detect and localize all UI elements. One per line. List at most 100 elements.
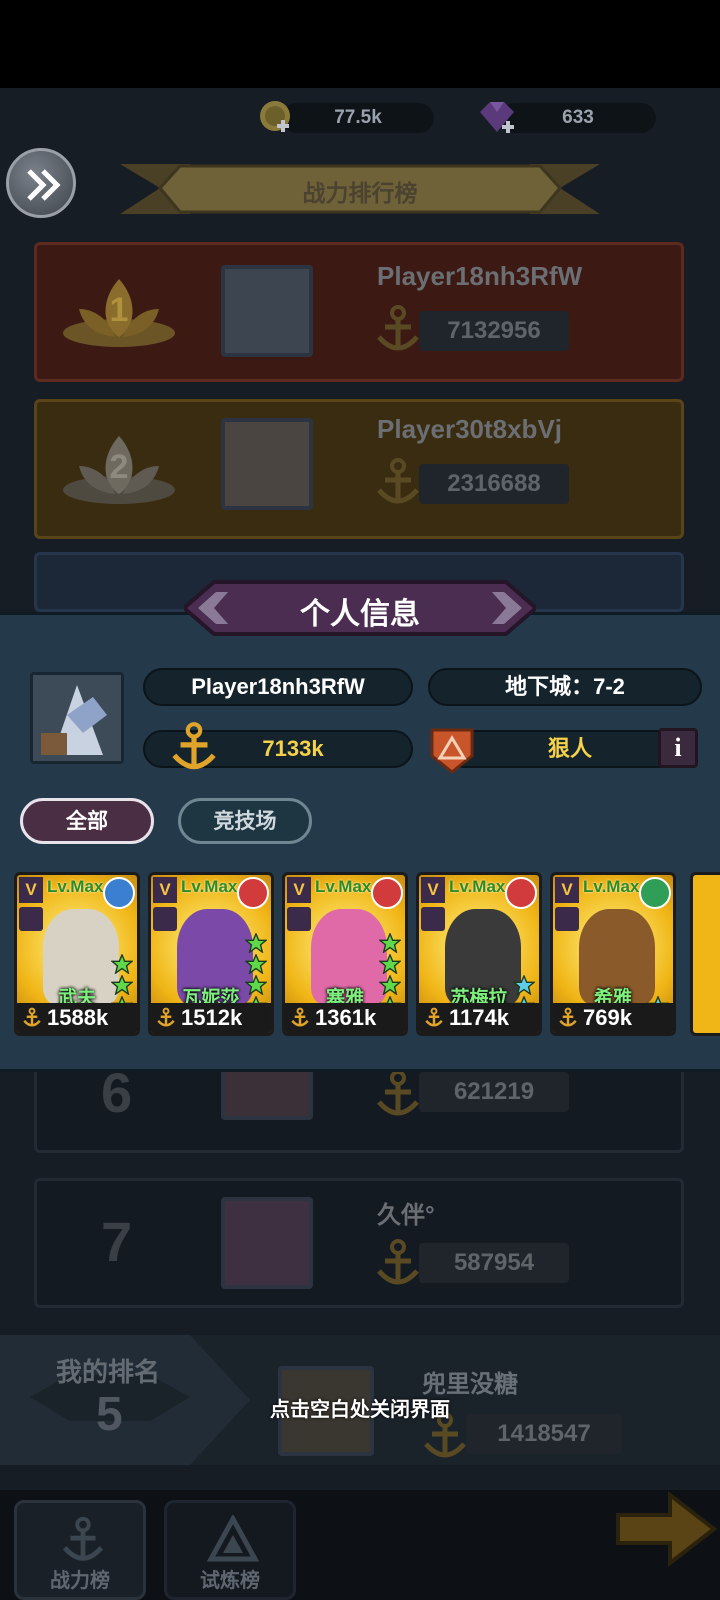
rank-number: 7 — [101, 1210, 133, 1273]
triangle-emblem-icon — [207, 1515, 259, 1562]
anchor-icon — [155, 1007, 177, 1029]
wind-element-icon — [639, 877, 671, 909]
profile-avatar — [30, 672, 124, 764]
rank-v-badge: V — [19, 877, 43, 903]
gold-value: 77.5k — [334, 107, 382, 128]
profile-player-name: Player18nh3RfW — [191, 674, 365, 699]
tab-all[interactable]: 全部 — [20, 798, 154, 844]
hero-level: Lv.Max — [47, 877, 104, 896]
player-name: Player18nh3RfW — [377, 261, 583, 291]
power-value: 2316688 — [447, 470, 541, 497]
svg-text:2: 2 — [110, 448, 129, 486]
hero-card[interactable]: V Lv.Max 苏梅拉 1174k — [416, 872, 542, 1036]
anchor-icon — [423, 1007, 445, 1029]
weapon-type-icon — [421, 907, 445, 931]
info-button[interactable]: i — [658, 728, 698, 768]
rank-row-2[interactable]: 2 Player30t8xbVj 2316688 — [34, 399, 684, 539]
game-screen: 77.5k 633 战力排行榜 1 Player18nh3RfW 7132956… — [0, 0, 720, 1600]
player-avatar — [221, 418, 313, 510]
hero-power: 1361k — [315, 1005, 377, 1030]
power-value: 621219 — [453, 1078, 535, 1105]
tab-arena[interactable]: 竞技场 — [178, 798, 312, 844]
player-name: 久伴° — [377, 1202, 435, 1229]
star-icon — [245, 933, 267, 953]
purple-gem-icon — [480, 102, 514, 133]
rank-v-badge: V — [555, 877, 579, 903]
silver-lotus-rank-icon: 2 — [63, 436, 175, 504]
nav-power-rank-button[interactable]: 战力榜 — [14, 1500, 146, 1600]
hero-card-partial[interactable] — [690, 872, 720, 1036]
anchor-icon — [377, 1239, 419, 1285]
player-name: Player30t8xbVj — [377, 414, 563, 444]
dungeon-pill: 地下城：7-2 — [428, 668, 702, 706]
power-pill: 621219 — [419, 1072, 569, 1112]
fire-element-icon — [505, 877, 537, 909]
rank-v-badge: V — [421, 877, 445, 903]
fast-forward-button[interactable] — [6, 148, 76, 218]
hero-level: Lv.Max — [181, 877, 238, 896]
gold-counter[interactable]: 77.5k — [282, 103, 434, 133]
gold-lotus-rank-icon: 1 — [63, 279, 175, 347]
power-value: 587954 — [453, 1249, 535, 1276]
leaderboard-title-text: 战力排行榜 — [302, 180, 418, 206]
rank-v-badge: V — [287, 877, 311, 903]
player-avatar — [221, 265, 313, 357]
anchor-icon — [377, 458, 419, 504]
power-value: 7132956 — [447, 317, 541, 344]
modal-title: 个人信息 — [184, 578, 536, 638]
guild-name: 狠人 — [547, 736, 592, 761]
anchor-icon — [21, 1007, 43, 1029]
anchor-icon — [289, 1007, 311, 1029]
power-pill: 2316688 — [419, 464, 569, 504]
player-avatar — [221, 1197, 313, 1289]
star-icon — [379, 933, 401, 953]
nav-trial-rank-button[interactable]: 试炼榜 — [164, 1500, 296, 1600]
hero-power: 1174k — [449, 1005, 509, 1030]
hero-level: Lv.Max — [583, 877, 640, 896]
nav-trial-rank-label: 试炼榜 — [200, 1570, 260, 1592]
profile-name-pill: Player18nh3RfW — [143, 668, 413, 706]
svg-text:1: 1 — [110, 291, 129, 329]
close-hint: 点击空白处关闭界面 — [270, 1399, 450, 1421]
weapon-type-icon — [555, 907, 579, 931]
rank-row-1[interactable]: 1 Player18nh3RfW 7132956 — [34, 242, 684, 382]
weapon-type-icon — [153, 907, 177, 931]
hero-card[interactable]: V Lv.Max 武夫 1588k — [14, 872, 140, 1036]
hero-card[interactable]: V Lv.Max 塞雅 1361k — [282, 872, 408, 1036]
leaderboard-title: 战力排行榜 — [120, 160, 600, 218]
hero-power: 1512k — [181, 1005, 243, 1030]
nav-power-rank-label: 战力榜 — [50, 1570, 110, 1592]
hero-card[interactable]: V Lv.Max 瓦妮莎 1512k — [148, 872, 274, 1036]
anchor-icon — [172, 722, 216, 770]
fire-element-icon — [237, 877, 269, 909]
next-arrow-button[interactable] — [610, 1485, 720, 1575]
fire-element-icon — [371, 877, 403, 909]
dungeon-progress: 地下城：7-2 — [505, 674, 625, 699]
modal-title-text: 个人信息 — [300, 598, 420, 631]
hero-card[interactable]: V Lv.Max 希雅 769k — [550, 872, 676, 1036]
weapon-type-icon — [287, 907, 311, 931]
star-icon — [379, 954, 401, 974]
guild-shield-icon — [430, 728, 474, 774]
my-rank-label: 我的排名 — [56, 1357, 161, 1387]
hero-power: 769k — [583, 1005, 632, 1030]
anchor-icon — [557, 1007, 579, 1029]
star-icon — [111, 954, 133, 974]
anchor-icon — [62, 1516, 104, 1561]
anchor-icon — [377, 1070, 419, 1116]
weapon-type-icon — [19, 907, 43, 931]
water-element-icon — [103, 877, 135, 909]
rank-row-7[interactable]: 7 久伴° 587954 — [34, 1178, 684, 1308]
hooded-hero-portrait-icon — [33, 675, 121, 761]
status-bar-area — [0, 0, 720, 88]
hero-power: 1588k — [47, 1005, 109, 1030]
hero-level: Lv.Max — [315, 877, 372, 896]
star-icon — [245, 954, 267, 974]
hero-level: Lv.Max — [449, 877, 506, 896]
power-pill: 587954 — [419, 1243, 569, 1283]
gold-coin-icon — [260, 101, 290, 132]
gem-counter[interactable]: 633 — [500, 103, 656, 133]
gem-value: 633 — [562, 107, 594, 128]
rank-v-badge: V — [153, 877, 177, 903]
power-pill: 7132956 — [419, 311, 569, 351]
